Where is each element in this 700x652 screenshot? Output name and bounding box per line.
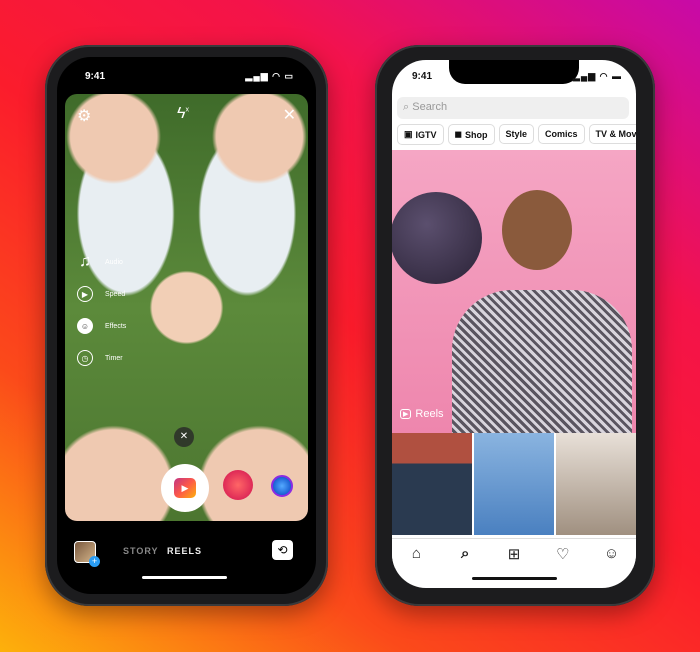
reels-icon: ▶ <box>174 478 196 498</box>
explore-phone: 9:41 ▂▄▆ ◠ ▬ ⌕ Search ▣ IGTV ◼ Shop Style Com… <box>375 45 655 606</box>
mode-reels[interactable]: REELS <box>167 546 202 556</box>
explore-screen: 9:41 ▂▄▆ ◠ ▬ ⌕ Search ▣ IGTV ◼ Shop Style Com… <box>392 60 636 588</box>
camera-screen: 9:41 ▂▄▆ ◠ ▭ ⚙ ϟx ✕ ♫ Audio ▶ Speed ☺ Effec… <box>57 57 316 594</box>
flip-camera-icon[interactable]: ⟲ <box>272 540 293 560</box>
igtv-icon: ▣ <box>404 129 413 139</box>
camera-phone: 9:41 ▂▄▆ ◠ ▭ ⚙ ϟx ✕ ♫ Audio ▶ Speed ☺ Effec… <box>45 45 328 606</box>
side-tool-audio[interactable]: ♫ Audio <box>77 253 123 270</box>
reel-preview[interactable]: ▶ Reels <box>392 150 636 433</box>
jacket-image <box>452 290 632 433</box>
status-bar: 9:41 ▂▄▆ ◠ ▬ <box>392 60 636 94</box>
close-icon[interactable]: ✕ <box>283 105 296 125</box>
chip-comics[interactable]: Comics <box>538 124 585 144</box>
heart-icon[interactable]: ♡ <box>538 545 587 563</box>
search-icon: ⌕ <box>403 101 410 113</box>
record-button[interactable]: ▶ <box>161 464 209 512</box>
home-indicator <box>142 576 227 579</box>
effect-blue-button[interactable] <box>271 475 293 497</box>
explore-grid <box>392 433 636 535</box>
bottom-nav: ⌂ ⌕ ⊞ ♡ ☺ <box>392 538 636 568</box>
status-bar: 9:41 ▂▄▆ ◠ ▭ <box>57 57 316 91</box>
reels-icon: ▶ <box>400 409 412 419</box>
chip-tv-movies[interactable]: TV & Movie <box>588 124 636 144</box>
reels-label: ▶ Reels <box>400 408 444 420</box>
side-tool-speed[interactable]: ▶ Speed <box>77 286 125 302</box>
signal-wifi-battery-icon: ▂▄▆ ◠ ▭ <box>245 71 294 81</box>
search-input[interactable]: ⌕ Search <box>397 97 629 119</box>
chip-style[interactable]: Style <box>498 124 535 144</box>
timer-icon: ◷ <box>77 350 93 366</box>
flash-off-icon[interactable]: ϟx <box>177 105 189 123</box>
gallery-thumbnail[interactable]: + <box>74 541 100 567</box>
camera-viewfinder[interactable]: ⚙ ϟx ✕ ♫ Audio ▶ Speed ☺ Effects ◷ Timer ✕ ▶ <box>65 94 308 521</box>
category-chips: ▣IGTV◼ShopStyleComicsTV & Movie <box>397 124 636 145</box>
signal-wifi-battery-icon: ▂▄▆ ◠ ▬ <box>572 71 622 81</box>
side-tool-timer[interactable]: ◷ Timer <box>77 350 123 366</box>
effects-icon: ☺ <box>77 318 93 334</box>
dismiss-effect-button[interactable]: ✕ <box>174 427 194 447</box>
music-note-icon: ♫ <box>79 253 91 270</box>
basketball-image <box>392 192 482 284</box>
settings-gear-icon[interactable]: ⚙ <box>77 106 91 126</box>
shop-bag-icon: ◼ <box>454 129 463 139</box>
speed-icon: ▶ <box>77 286 93 302</box>
side-tool-effects[interactable]: ☺ Effects <box>77 318 126 334</box>
mode-story[interactable]: STORY <box>123 546 159 556</box>
grid-item[interactable] <box>556 433 636 535</box>
chip-shop[interactable]: ◼ Shop <box>447 124 495 145</box>
add-icon[interactable]: ⊞ <box>490 545 539 563</box>
person-image <box>502 190 572 270</box>
search-icon[interactable]: ⌕ <box>441 545 490 562</box>
chip-igtv[interactable]: ▣ IGTV <box>397 124 444 145</box>
effect-sparkle-button[interactable] <box>223 470 253 500</box>
home-icon[interactable]: ⌂ <box>392 545 441 562</box>
status-time: 9:41 <box>85 71 106 82</box>
add-icon: + <box>89 556 100 567</box>
grid-item[interactable] <box>474 433 554 535</box>
profile-icon[interactable]: ☺ <box>587 545 636 562</box>
home-indicator <box>472 577 557 580</box>
grid-item[interactable] <box>392 433 472 535</box>
status-time: 9:41 <box>412 71 433 82</box>
